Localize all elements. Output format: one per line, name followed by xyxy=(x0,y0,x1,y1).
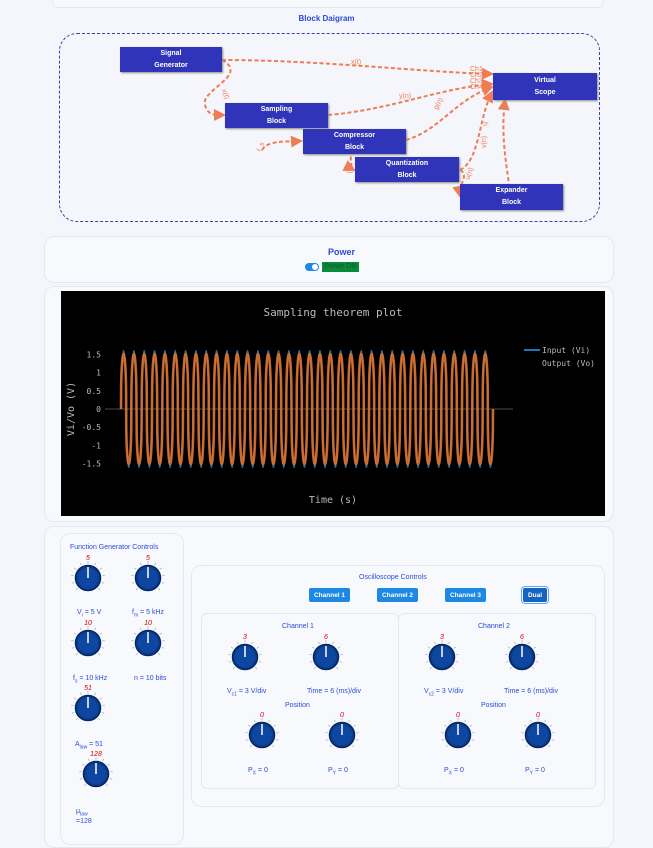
plot-title: Sampling theorem plot xyxy=(263,306,402,319)
ch1-volts-knob-value: 3 xyxy=(228,634,262,641)
ch2-time-knob-value: 6 xyxy=(505,634,539,641)
ch2-px-knob[interactable]: 0 xyxy=(441,714,475,759)
fs-knob-value: 10 xyxy=(71,620,105,627)
fs-label: fs = 10 kHz xyxy=(73,675,107,684)
quantization-block[interactable]: Quantization Block xyxy=(355,157,459,182)
power-toggle-knob xyxy=(312,264,318,270)
ch2-volts-knob[interactable]: 3 xyxy=(425,636,459,681)
compressor-block[interactable]: Compressor Block xyxy=(303,129,406,154)
ch1-px-knob[interactable]: 0 xyxy=(245,714,279,759)
virtual-scope-block[interactable]: Virtual Scope xyxy=(493,73,597,100)
fs-knob[interactable]: 10 xyxy=(71,622,105,667)
y-tick-label: -1 xyxy=(91,441,101,450)
ch2-position-title: Position xyxy=(481,702,506,709)
y-tick-label: -1.5 xyxy=(82,460,101,469)
oscilloscope-title: Oscilloscope Controls xyxy=(359,574,427,581)
channel-3-button[interactable]: Channel 3 xyxy=(445,588,486,602)
ch1-py-knob-value: 0 xyxy=(325,712,359,719)
ch1-time-knob[interactable]: 6 xyxy=(309,636,343,681)
ch2-time-knob[interactable]: 6 xyxy=(505,636,539,681)
ch1-time-label: Time = 6 (ms)/div xyxy=(307,688,361,695)
signal-un-label: u(n) xyxy=(464,167,475,181)
channel-1-button[interactable]: Channel 1 xyxy=(309,588,350,602)
ch2-py-knob[interactable]: 0 xyxy=(521,714,555,759)
mu-law-knob[interactable]: 128 xyxy=(79,753,113,798)
signal-generator-block[interactable]: Signal Generator xyxy=(120,47,222,72)
vi-knob[interactable]: 5 xyxy=(71,557,105,602)
ch2-time-label: Time = 6 (ms)/div xyxy=(504,688,558,695)
ch1-py-label: PY = 0 xyxy=(328,767,348,776)
ch1-px-knob-value: 0 xyxy=(245,712,279,719)
ch1-volts-knob[interactable]: 3 xyxy=(228,636,262,681)
y-tick-label: 0.5 xyxy=(87,387,102,396)
y-axis-label: Vi/Vo (V) xyxy=(66,382,77,436)
signal-fs-label: f_s xyxy=(256,141,266,153)
legend-output-label[interactable]: Output (Vo) xyxy=(542,359,595,368)
channel-1-title: Channel 1 xyxy=(282,623,314,630)
signal-xt2-label: x(t) xyxy=(220,88,230,100)
y-tick-label: -0.5 xyxy=(82,423,101,432)
y-tick-label: 1.5 xyxy=(87,350,102,359)
signal-gn-label: g(n) xyxy=(433,97,445,111)
power-toggle[interactable] xyxy=(305,263,319,271)
ch1-position-title: Position xyxy=(285,702,310,709)
channel-2-button[interactable]: Channel 2 xyxy=(377,588,418,602)
ch2-px-knob-value: 0 xyxy=(441,712,475,719)
sampling-plot: Sampling theorem plot Time (s) Vi/Vo (V)… xyxy=(61,291,605,516)
signal-vn-label: v(n) xyxy=(481,136,488,148)
ch1-px-label: PX = 0 xyxy=(248,767,268,776)
y-tick-label: 1 xyxy=(96,369,101,378)
power-on-button[interactable]: Power ON xyxy=(322,262,359,272)
legend-input-label[interactable]: Input (Vi) xyxy=(542,346,590,355)
fm-label: fm = 5 kHz xyxy=(132,609,164,618)
function-generator-title: Function Generator Controls xyxy=(70,544,158,551)
ch1-time-knob-value: 6 xyxy=(309,634,343,641)
power-title: Power xyxy=(0,247,653,257)
a-law-knob-value: 51 xyxy=(71,685,105,692)
mu-law-knob-value: 128 xyxy=(79,751,113,758)
ch1-py-knob[interactable]: 0 xyxy=(325,714,359,759)
sampling-block[interactable]: Sampling Block xyxy=(225,103,328,128)
mu-law-label: μlaw=128 xyxy=(76,808,92,826)
ch2-py-knob-value: 0 xyxy=(521,712,555,719)
ch2-volts-knob-value: 3 xyxy=(425,634,459,641)
signal-yn-label: y(n) xyxy=(399,93,411,100)
power-panel xyxy=(44,236,614,283)
a-law-label: Alaw = 51 xyxy=(75,741,103,750)
n-bits-knob-value: 10 xyxy=(131,620,165,627)
signal-xt-label: x(t) xyxy=(351,59,361,66)
signal-h-label: h xyxy=(481,122,488,126)
ch2-py-label: PY = 0 xyxy=(525,767,545,776)
a-law-knob[interactable]: 51 xyxy=(71,687,105,732)
x-axis-label: Time (s) xyxy=(309,495,357,506)
ch4-label: Ch4 xyxy=(470,84,483,91)
expander-block[interactable]: Expander Block xyxy=(460,184,563,210)
signal-fn-label: f(n) xyxy=(346,163,353,174)
ch2-volts-label: Vc2 = 3 V/div xyxy=(424,688,463,697)
n-bits-knob[interactable]: 10 xyxy=(131,622,165,667)
fm-knob-value: 5 xyxy=(131,555,165,562)
fm-knob[interactable]: 5 xyxy=(131,557,165,602)
vi-label: Vi = 5 V xyxy=(77,609,101,618)
vi-knob-value: 5 xyxy=(71,555,105,562)
dual-button[interactable]: Dual xyxy=(523,588,547,602)
channel-2-title: Channel 2 xyxy=(478,623,510,630)
n-bits-label: n = 10 bits xyxy=(134,675,167,682)
y-tick-label: 0 xyxy=(96,405,101,414)
ch2-px-label: PX = 0 xyxy=(444,767,464,776)
ch1-volts-label: Vc1 = 3 V/div xyxy=(227,688,266,697)
